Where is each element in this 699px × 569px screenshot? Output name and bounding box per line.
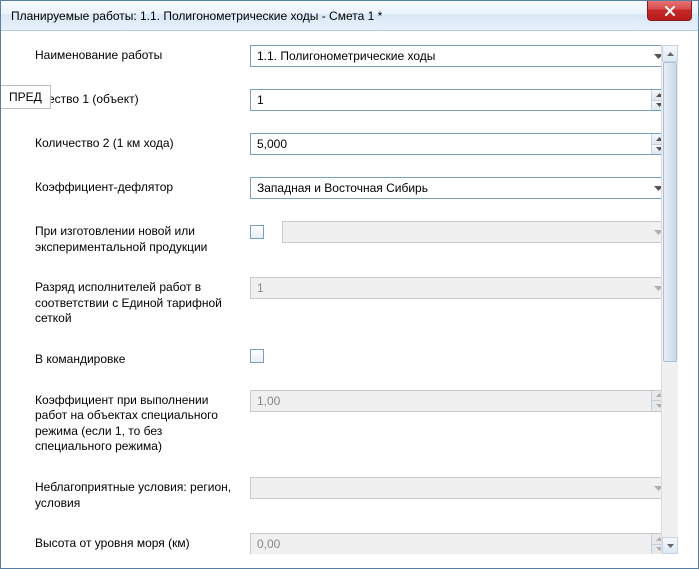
select-rank-value: 1: [257, 281, 264, 295]
select-adverse: [250, 477, 668, 499]
form: Наименование работы 1.1. Полигонометриче…: [15, 45, 678, 554]
scrollbar-thumb[interactable]: [663, 62, 677, 362]
client-area: Наименование работы 1.1. Полигонометриче…: [1, 31, 698, 568]
spin-qty2[interactable]: 5,000: [250, 133, 668, 155]
spin-special: 1,00: [250, 390, 668, 412]
spin-special-value: 1,00: [257, 394, 280, 408]
label-rank: Разряд исполнителей работ в соответствии…: [35, 277, 250, 327]
label-adverse: Неблагоприятные условия: регион, условия: [35, 477, 250, 511]
vertical-scrollbar[interactable]: [661, 45, 678, 554]
label-trip: В командировке: [35, 349, 250, 368]
dialog-window: Планируемые работы: 1.1. Полигонометриче…: [0, 0, 699, 569]
label-alt: Высота от уровня моря (км): [35, 533, 250, 552]
row-qty2: Количество 2 (1 км хода) 5,000: [35, 133, 668, 155]
form-scroll-area: Наименование работы 1.1. Полигонометриче…: [15, 45, 678, 554]
checkbox-newprod[interactable]: [250, 225, 264, 239]
select-newprod: [282, 221, 668, 243]
select-name[interactable]: 1.1. Полигонометрические ходы: [250, 45, 668, 67]
row-rank: Разряд исполнителей работ в соответствии…: [35, 277, 668, 327]
spin-alt-value: 0,00: [257, 537, 280, 551]
label-deflator: Коэффициент-дефлятор: [35, 177, 250, 196]
label-qty1: ичество 1 (объект): [35, 89, 250, 108]
row-adverse: Неблагоприятные условия: регион, условия: [35, 477, 668, 511]
window-title: Планируемые работы: 1.1. Полигонометриче…: [7, 9, 382, 23]
label-newprod: При изготовлении новой или экспериментал…: [35, 221, 250, 255]
chevron-up-icon: [667, 52, 674, 56]
select-rank: 1: [250, 277, 668, 299]
titlebar: Планируемые работы: 1.1. Полигонометриче…: [1, 1, 698, 31]
row-qty1: ичество 1 (объект) 1: [35, 89, 668, 111]
row-trip: В командировке: [35, 349, 668, 368]
spin-qty1-value: 1: [257, 93, 264, 107]
close-icon: [664, 6, 676, 16]
row-alt: Высота от уровня моря (км) 0,00: [35, 533, 668, 554]
select-deflator[interactable]: Западная и Восточная Сибирь: [250, 177, 668, 199]
chevron-down-icon: [667, 544, 674, 548]
label-qty2: Количество 2 (1 км хода): [35, 133, 250, 152]
scroll-up-button[interactable]: [662, 45, 678, 62]
spin-qty2-value: 5,000: [257, 137, 287, 151]
row-newprod: При изготовлении новой или экспериментал…: [35, 221, 668, 255]
spin-qty1[interactable]: 1: [250, 89, 668, 111]
row-special: Коэффициент при выполнении работ на объе…: [35, 390, 668, 455]
checkbox-trip[interactable]: [250, 349, 264, 363]
scroll-down-button[interactable]: [662, 537, 678, 554]
label-special: Коэффициент при выполнении работ на объе…: [35, 390, 250, 455]
label-name: Наименование работы: [35, 45, 250, 64]
row-deflator: Коэффициент-дефлятор Западная и Восточна…: [35, 177, 668, 199]
pred-tab[interactable]: ПРЕД: [0, 85, 51, 109]
row-name: Наименование работы 1.1. Полигонометриче…: [35, 45, 668, 67]
close-button[interactable]: [647, 1, 692, 21]
select-deflator-value: Западная и Восточная Сибирь: [257, 181, 428, 195]
spin-alt: 0,00: [250, 533, 668, 554]
select-name-value: 1.1. Полигонометрические ходы: [257, 49, 435, 63]
